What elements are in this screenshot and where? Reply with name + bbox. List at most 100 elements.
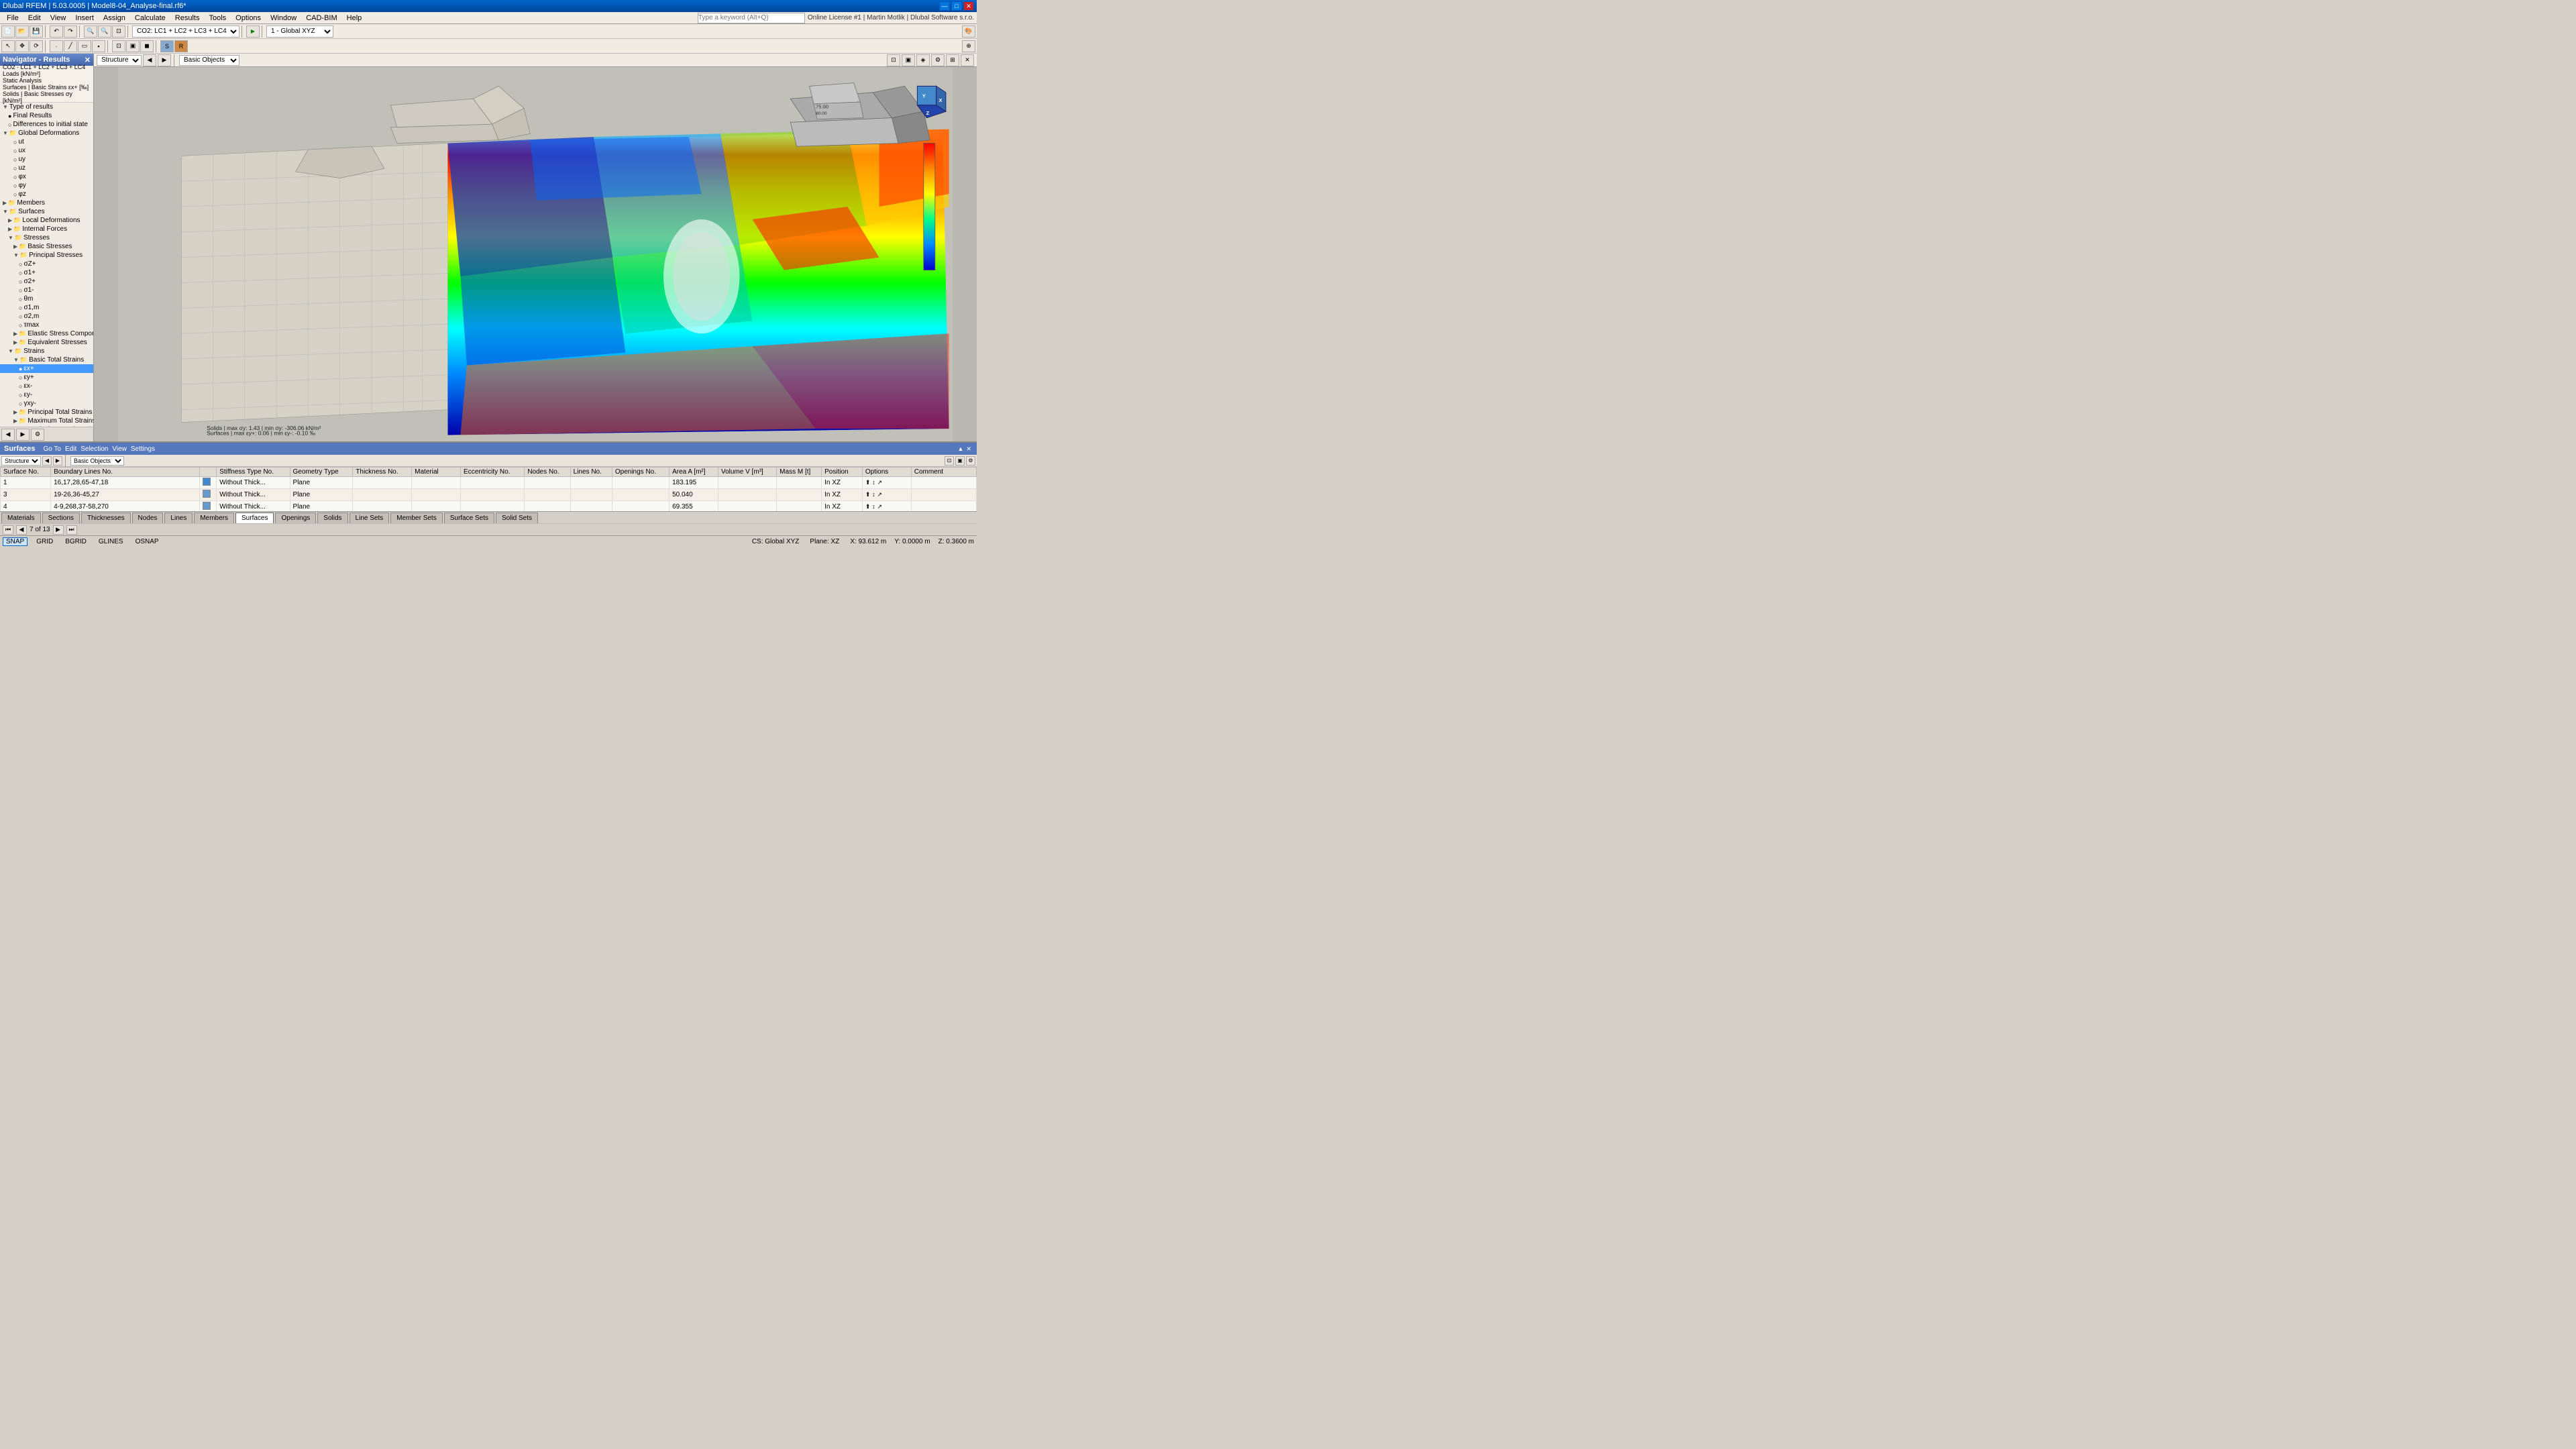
show-results[interactable]: R xyxy=(174,40,188,52)
nav-stresses[interactable]: ▼ 📁 Stresses xyxy=(0,233,93,242)
vp-next-btn[interactable]: ▶ xyxy=(158,54,171,66)
line-button[interactable]: ╱ xyxy=(64,40,77,52)
tab-members[interactable]: Members xyxy=(194,513,234,523)
tab-solid-sets[interactable]: Solid Sets xyxy=(496,513,538,523)
menu-view[interactable]: View xyxy=(46,13,70,23)
nav-ex-minus[interactable]: ○εx- xyxy=(0,382,93,390)
lc-selector[interactable]: CO2: LC1 + LC2 + LC3 + LC4 xyxy=(132,25,239,38)
nav-internal-forces[interactable]: ▶ 📁 Internal Forces xyxy=(0,225,93,233)
results-selection[interactable]: Selection xyxy=(80,445,108,453)
tab-surface-sets[interactable]: Surface Sets xyxy=(444,513,494,523)
nav-basic-total-strains[interactable]: ▼ 📁 Basic Total Strains xyxy=(0,356,93,364)
close-button[interactable]: ✕ xyxy=(963,1,974,11)
nav-ey-minus[interactable]: ○εy- xyxy=(0,390,93,399)
nav-basic-stresses[interactable]: ▶ 📁 Basic Stresses xyxy=(0,242,93,251)
tab-lines[interactable]: Lines xyxy=(164,513,193,523)
open-button[interactable]: 📂 xyxy=(15,25,29,38)
results-btn3[interactable]: ⚙ xyxy=(966,456,975,466)
nav-ex-plus[interactable]: ●εx+ xyxy=(0,364,93,373)
zoom-out-button[interactable]: 🔍 xyxy=(98,25,111,38)
vp-close[interactable]: ✕ xyxy=(961,54,974,66)
results-expand[interactable]: ▲ xyxy=(958,445,964,452)
nav-prev-button[interactable]: ◀ xyxy=(1,429,15,441)
nav-ey-plus[interactable]: ○εy+ xyxy=(0,373,93,382)
nav-ux[interactable]: ○ ux xyxy=(0,146,93,155)
tab-openings[interactable]: Openings xyxy=(275,513,316,523)
display-mode-render[interactable]: ◼ xyxy=(140,40,154,52)
results-goto[interactable]: Go To xyxy=(43,445,61,453)
vp-icon4[interactable]: ⚙ xyxy=(931,54,945,66)
nav-global-deformations[interactable]: ▼ 📁 Global Deformations xyxy=(0,129,93,138)
menu-insert[interactable]: Insert xyxy=(71,13,98,23)
table-row[interactable]: 1 16,17,28,65-47,18 Without Thick... Pla… xyxy=(1,477,977,489)
redo-button[interactable]: ↷ xyxy=(64,25,77,38)
menu-calculate[interactable]: Calculate xyxy=(131,13,170,23)
zoom-in-button[interactable]: 🔍 xyxy=(84,25,97,38)
color-by-surface[interactable]: S xyxy=(160,40,174,52)
nav-principal-stresses[interactable]: ▼ 📁 Principal Stresses xyxy=(0,251,93,260)
tab-materials[interactable]: Materials xyxy=(1,513,41,523)
nav-strains[interactable]: ▼ 📁 Strains xyxy=(0,347,93,356)
menu-window[interactable]: Window xyxy=(266,13,301,23)
nav-phiz[interactable]: ○ φz xyxy=(0,190,93,199)
search-input[interactable] xyxy=(698,13,805,23)
results-view[interactable]: View xyxy=(112,445,127,453)
nav-members[interactable]: ▶ 📁 Members xyxy=(0,199,93,207)
grid-toggle[interactable]: GRID xyxy=(33,537,56,546)
results-btn1[interactable]: ⊡ xyxy=(945,456,954,466)
menu-file[interactable]: File xyxy=(3,13,23,23)
osnap-toggle[interactable]: OSNAP xyxy=(132,537,162,546)
bgrid-toggle[interactable]: BGRID xyxy=(62,537,90,546)
nav-gxy[interactable]: ○γxy- xyxy=(0,399,93,408)
snap-toggle[interactable]: SNAP xyxy=(3,537,28,546)
nav-next-button[interactable]: ▶ xyxy=(16,429,30,441)
tab-sections[interactable]: Sections xyxy=(42,513,80,523)
tab-solids[interactable]: Solids xyxy=(317,513,347,523)
solid-button[interactable]: ▪ xyxy=(92,40,105,52)
page-first[interactable]: ⏮ xyxy=(3,525,13,535)
nav-phiy[interactable]: ○ φy xyxy=(0,181,93,190)
snap-button[interactable]: ⊕ xyxy=(962,40,975,52)
nav-s1-plus[interactable]: ○σ1+ xyxy=(0,268,93,277)
nav-theta-m[interactable]: ○θm xyxy=(0,294,93,303)
nav-s2-plus[interactable]: ○σ2+ xyxy=(0,277,93,286)
page-last[interactable]: ⏭ xyxy=(66,525,77,535)
menu-help[interactable]: Help xyxy=(343,13,366,23)
page-prev[interactable]: ◀ xyxy=(16,525,27,535)
display-mode-solid[interactable]: ▣ xyxy=(126,40,140,52)
menu-options[interactable]: Options xyxy=(231,13,265,23)
basic-objects-combo[interactable]: Basic Objects xyxy=(179,55,239,66)
results-structure-combo[interactable]: Structure xyxy=(1,456,41,466)
new-button[interactable]: 📄 xyxy=(1,25,15,38)
nav-max-total[interactable]: ▶📁 Maximum Total Strains xyxy=(0,417,93,425)
menu-cad-bim[interactable]: CAD-BIM xyxy=(302,13,341,23)
nav-s1m[interactable]: ○σ1,m xyxy=(0,303,93,312)
page-next[interactable]: ▶ xyxy=(53,525,64,535)
save-button[interactable]: 💾 xyxy=(30,25,43,38)
nav-local-deformations[interactable]: ▶ 📁 Local Deformations xyxy=(0,216,93,225)
nav-principal-total[interactable]: ▶📁 Principal Total Strains xyxy=(0,408,93,417)
vp-maximize[interactable]: ⊞ xyxy=(946,54,959,66)
viewport[interactable]: Structure ◀ ▶ Basic Objects ⊡ ▣ ◈ ⚙ ⊞ ✕ xyxy=(94,54,977,441)
tab-line-sets[interactable]: Line Sets xyxy=(350,513,390,523)
vp-icon2[interactable]: ▣ xyxy=(902,54,915,66)
glines-toggle[interactable]: GLINES xyxy=(95,537,127,546)
surface-button[interactable]: ▭ xyxy=(78,40,91,52)
table-row[interactable]: 4 4-9,268,37-58,270 Without Thick... Pla… xyxy=(1,501,977,512)
table-row[interactable]: 3 19-26,36-45,27 Without Thick... Plane … xyxy=(1,489,977,501)
vp-icon1[interactable]: ⊡ xyxy=(887,54,900,66)
move-button[interactable]: ✥ xyxy=(15,40,29,52)
nav-uy[interactable]: ○ uy xyxy=(0,155,93,164)
nav-ut[interactable]: ○ ut xyxy=(0,138,93,146)
results-close-panel[interactable]: ✕ xyxy=(966,445,971,453)
menu-tools[interactable]: Tools xyxy=(205,13,230,23)
menu-assign[interactable]: Assign xyxy=(99,13,129,23)
nav-type-of-results[interactable]: ▼ Type of results xyxy=(0,103,93,111)
maximize-button[interactable]: □ xyxy=(951,1,962,11)
tab-thicknesses[interactable]: Thicknesses xyxy=(81,513,131,523)
tab-nodes[interactable]: Nodes xyxy=(132,513,164,523)
nav-uz[interactable]: ○ uz xyxy=(0,164,93,172)
zoom-fit-button[interactable]: ⊡ xyxy=(112,25,125,38)
vp-prev-btn[interactable]: ◀ xyxy=(143,54,156,66)
run-calc-button[interactable]: ▶ xyxy=(246,25,260,38)
